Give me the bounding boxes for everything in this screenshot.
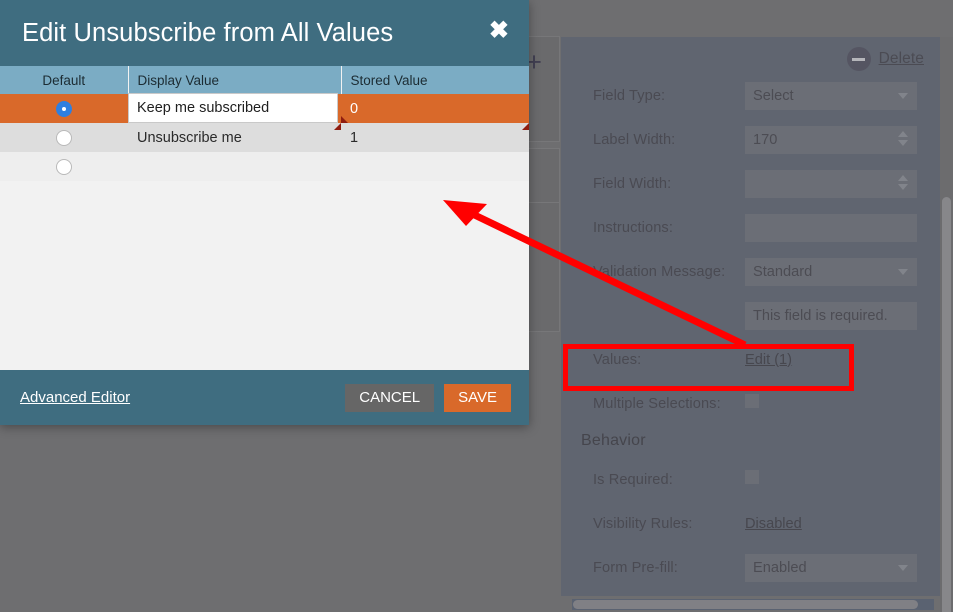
prop-label: Label Width: (593, 132, 745, 148)
prop-row-field-type: Field Type: Select (561, 80, 941, 111)
prop-row-instructions: Instructions: (561, 212, 941, 243)
modal-footer: Advanced Editor CANCEL SAVE (0, 370, 529, 425)
stored-value-cell[interactable] (341, 152, 529, 181)
visibility-rules-link[interactable]: Disabled (745, 516, 802, 532)
values-table-header-row: Default Display Value Stored Value (0, 66, 529, 94)
stored-value-cell[interactable]: 1 (341, 123, 529, 152)
chevron-down-icon (898, 565, 908, 571)
prop-label: Field Width: (593, 176, 745, 192)
cancel-button[interactable]: CANCEL (345, 384, 434, 412)
prop-row-field-width: Field Width: (561, 168, 941, 199)
table-row[interactable]: Keep me subscribed 0 (0, 94, 529, 123)
table-row[interactable] (0, 152, 529, 181)
stored-value-text: 0 (350, 101, 358, 117)
stored-value-cell[interactable]: 0 (341, 94, 529, 123)
display-value-cell[interactable] (128, 152, 341, 181)
values-label: Values: (593, 352, 745, 368)
column-header-stored-value: Stored Value (341, 66, 529, 94)
multiple-selections-checkbox[interactable] (745, 394, 759, 408)
prop-row-validation-message: Validation Message: Standard (561, 256, 941, 287)
prop-row-is-required: Is Required: (561, 464, 941, 495)
modal-footer-buttons: CANCEL SAVE (345, 384, 511, 412)
prop-row-label-width: Label Width: 170 (561, 124, 941, 155)
table-empty-area (0, 181, 529, 210)
prop-row-validation-text: This field is required. (561, 300, 941, 331)
delete-field-control[interactable]: Delete (847, 47, 924, 71)
display-value-cell[interactable]: Unsubscribe me (128, 123, 341, 152)
multiple-selections-label: Multiple Selections: (593, 396, 745, 412)
prop-label: Validation Message: (593, 264, 745, 280)
no-entry-icon (847, 47, 871, 71)
cell-marker-icon (522, 123, 529, 130)
form-prefill-label: Form Pre-fill: (593, 560, 745, 576)
display-value-text: Unsubscribe me (137, 130, 242, 146)
column-header-display-value: Display Value (128, 66, 341, 94)
values-edit-link[interactable]: Edit (1) (745, 352, 792, 368)
stored-value-text: 1 (350, 130, 358, 146)
cell-marker-icon (334, 123, 341, 130)
column-header-default: Default (0, 66, 128, 94)
field-width-input[interactable] (745, 170, 917, 198)
is-required-checkbox[interactable] (745, 470, 759, 484)
validation-message-value: Standard (753, 264, 812, 280)
default-radio-selected[interactable] (56, 101, 72, 117)
delete-label[interactable]: Delete (879, 50, 924, 68)
form-prefill-value: Enabled (753, 560, 807, 576)
default-radio-cell[interactable] (0, 123, 128, 152)
horizontal-scrollbar-thumb[interactable] (573, 600, 918, 609)
chevron-down-icon (898, 269, 908, 275)
modal-header: Edit Unsubscribe from All Values ✖ (0, 0, 529, 66)
validation-message-select[interactable]: Standard (745, 258, 917, 286)
edit-values-modal: Edit Unsubscribe from All Values ✖ Defau… (0, 0, 529, 425)
validation-text-value: This field is required. (753, 308, 888, 324)
prop-label: Field Type: (593, 88, 745, 104)
table-row[interactable]: Unsubscribe me 1 (0, 123, 529, 152)
field-properties-panel: Delete Field Type: Select Label Width: 1… (561, 37, 941, 596)
screen-root: + Delete Field Type: Select Label Width: (0, 0, 953, 612)
validation-text-input[interactable]: This field is required. (745, 302, 917, 330)
cell-marker-icon (341, 116, 348, 123)
stepper-icon[interactable] (898, 175, 908, 190)
form-prefill-select[interactable]: Enabled (745, 554, 917, 582)
default-radio-cell[interactable] (0, 152, 128, 181)
vertical-scrollbar[interactable] (940, 37, 953, 612)
label-width-input[interactable]: 170 (745, 126, 917, 154)
close-icon[interactable]: ✖ (489, 19, 509, 43)
chevron-down-icon (898, 93, 908, 99)
prop-label: Instructions: (593, 220, 745, 236)
modal-title: Edit Unsubscribe from All Values (22, 19, 393, 48)
prop-row-form-prefill: Form Pre-fill: Enabled (561, 552, 941, 583)
label-width-value: 170 (753, 132, 777, 148)
values-table: Default Display Value Stored Value Keep … (0, 66, 529, 210)
stepper-icon[interactable] (898, 131, 908, 146)
field-type-select[interactable]: Select (745, 82, 917, 110)
default-radio-cell[interactable] (0, 94, 128, 123)
properties-body: Field Type: Select Label Width: 170 (561, 80, 941, 596)
horizontal-scrollbar[interactable] (572, 599, 934, 610)
instructions-input[interactable] (745, 214, 917, 242)
default-radio[interactable] (56, 130, 72, 146)
default-radio[interactable] (56, 159, 72, 175)
is-required-label: Is Required: (593, 472, 745, 488)
visibility-rules-label: Visibility Rules: (593, 516, 745, 532)
prop-row-values: Values: Edit (1) (561, 344, 941, 375)
prop-row-multiple-selections: Multiple Selections: (561, 388, 941, 419)
display-value-cell[interactable]: Keep me subscribed (128, 94, 341, 123)
vertical-scrollbar-thumb[interactable] (942, 197, 951, 612)
advanced-editor-link[interactable]: Advanced Editor (20, 389, 130, 406)
prop-row-visibility-rules: Visibility Rules: Disabled (561, 508, 941, 539)
table-empty-fill (0, 181, 529, 210)
display-value-input[interactable]: Keep me subscribed (128, 93, 338, 123)
save-button[interactable]: SAVE (444, 384, 511, 412)
behavior-section-heading: Behavior (561, 432, 941, 450)
field-type-value: Select (753, 88, 794, 104)
